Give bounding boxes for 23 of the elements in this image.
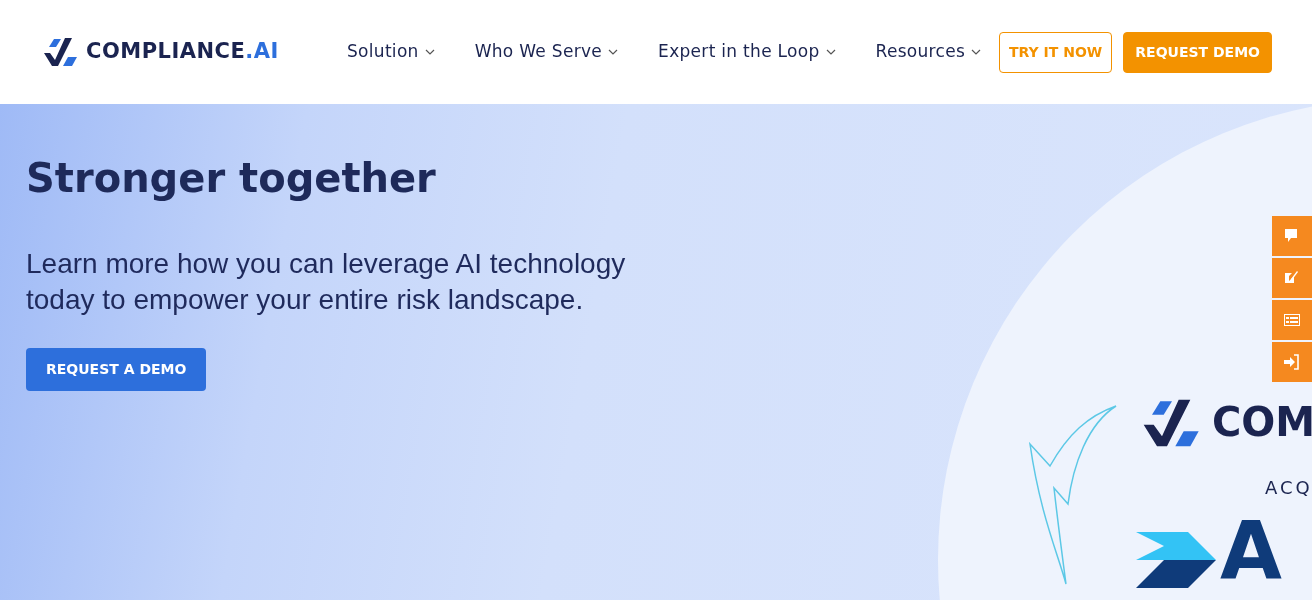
form-icon xyxy=(1284,312,1300,328)
hero-paragraph: Learn more how you can leverage AI technology today to empower your entire risk landscape. xyxy=(26,247,627,317)
brand-logo-icon xyxy=(1143,398,1201,448)
comment-icon xyxy=(1284,228,1300,244)
nav-link[interactable]: Expert in the Loop xyxy=(658,39,836,65)
nav-link[interactable]: Solution xyxy=(347,39,435,65)
chevron-logo-icon xyxy=(1136,532,1216,588)
partner-name: A xyxy=(1220,512,1282,592)
brand-name: COM xyxy=(1212,398,1312,446)
logo-text[interactable]: COMPLIANCE.AI xyxy=(86,36,279,68)
lightning-icon xyxy=(1028,404,1118,586)
edit-tab[interactable] xyxy=(1272,258,1312,298)
login-icon xyxy=(1284,354,1300,370)
caption-text: ACQ xyxy=(1265,476,1312,500)
login-tab[interactable] xyxy=(1272,342,1312,382)
logo-icon xyxy=(44,37,78,67)
comment-tab[interactable] xyxy=(1272,216,1312,256)
request-demo-button[interactable]: REQUEST A DEMO xyxy=(26,347,207,391)
nav-link[interactable]: Who We Serve xyxy=(474,39,619,65)
hero-heading: Stronger together xyxy=(26,156,437,200)
form-tab[interactable] xyxy=(1272,300,1312,340)
nav-link[interactable]: Resources xyxy=(875,39,982,65)
edit-icon xyxy=(1284,270,1300,286)
